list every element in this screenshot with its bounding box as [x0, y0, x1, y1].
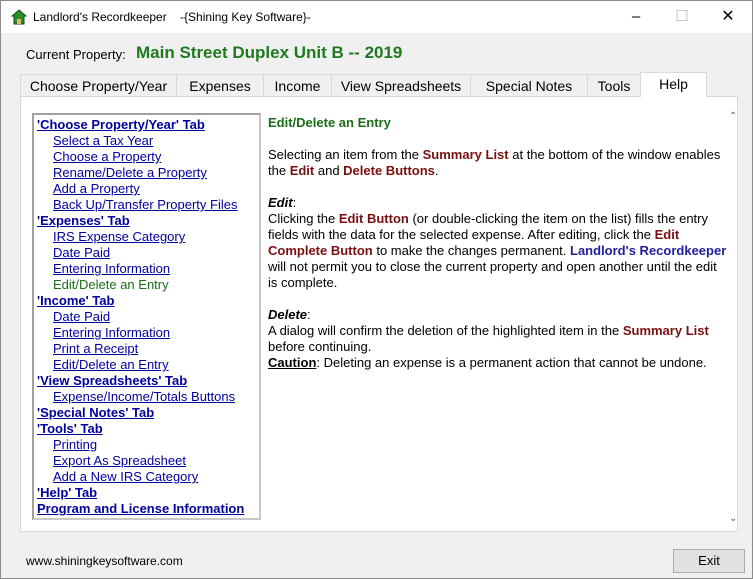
kw-summary-list-2: Summary List — [622, 323, 709, 338]
edit-text-4: will not permit you to close the current… — [268, 259, 717, 290]
help-topic-title: Edit/Delete an Entry — [268, 115, 391, 130]
kw-summary-list: Summary List — [422, 147, 509, 162]
tab-choose-property-year[interactable]: Choose Property/Year — [20, 74, 177, 96]
toc-program-license[interactable]: Program and License Information — [37, 501, 244, 516]
toc-rename-delete-property[interactable]: Rename/Delete a Property — [53, 165, 207, 180]
kw-landlords-recordkeeper: Landlord's Recordkeeper — [570, 243, 727, 258]
toc-help-tab[interactable]: 'Help' Tab — [37, 485, 97, 500]
toc-export-spreadsheet[interactable]: Export As Spreadsheet — [53, 453, 186, 468]
chevron-up-icon[interactable]: ⌃ — [729, 111, 737, 122]
toc-add-irs-category[interactable]: Add a New IRS Category — [53, 469, 198, 484]
toc-tools-tab[interactable]: 'Tools' Tab — [37, 421, 103, 436]
delete-heading-line: Delete: — [268, 307, 728, 323]
toc-choose-property[interactable]: Choose a Property — [53, 149, 161, 164]
window-title: Landlord's Recordkeeper -{Shining Key So… — [33, 10, 311, 24]
edit-heading: Edit — [268, 195, 293, 210]
title-bar[interactable]: Landlord's Recordkeeper -{Shining Key So… — [1, 1, 752, 33]
edit-text-3: to make the changes permanent. — [372, 243, 571, 258]
delete-text-2: before continuing. — [268, 339, 372, 354]
website-url: www.shiningkeysoftware.com — [26, 554, 183, 568]
edit-text-1: Clicking the — [268, 211, 339, 226]
toc-irs-expense-category[interactable]: IRS Expense Category — [53, 229, 185, 244]
delete-text-1: A dialog will confirm the deletion of th… — [268, 323, 623, 338]
delete-colon: : — [307, 307, 311, 322]
tab-special-notes[interactable]: Special Notes — [470, 74, 588, 96]
intro-text-4: . — [434, 163, 439, 178]
caution-label: Caution — [268, 355, 317, 370]
kw-edit: Edit — [289, 163, 315, 178]
edit-heading-line: Edit: — [268, 195, 728, 211]
toc-income-date-paid[interactable]: Date Paid — [53, 309, 110, 324]
toc-printing[interactable]: Printing — [53, 437, 97, 452]
toc-expenses-entering-information[interactable]: Entering Information — [53, 261, 170, 276]
toc-income-edit-delete[interactable]: Edit/Delete an Entry — [53, 357, 169, 372]
minimize-button[interactable]: – — [613, 1, 659, 33]
intro-text-1: Selecting an item from the — [268, 147, 423, 162]
intro-text-3: and — [314, 163, 344, 178]
delete-paragraph: A dialog will confirm the deletion of th… — [268, 323, 728, 355]
toc-special-notes-tab[interactable]: 'Special Notes' Tab — [37, 405, 154, 420]
edit-colon: : — [292, 195, 297, 210]
toc-income-entering-information[interactable]: Entering Information — [53, 325, 170, 340]
tab-expenses[interactable]: Expenses — [176, 74, 264, 96]
house-icon — [11, 9, 27, 25]
tab-view-spreadsheets[interactable]: View Spreadsheets — [331, 74, 471, 96]
toc-add-property[interactable]: Add a Property — [53, 181, 140, 196]
toc-expenses-date-paid[interactable]: Date Paid — [53, 245, 110, 260]
maximize-button[interactable]: ☐ — [659, 1, 705, 33]
toc-expenses-tab[interactable]: 'Expenses' Tab — [37, 213, 130, 228]
toc-print-receipt[interactable]: Print a Receipt — [53, 341, 138, 356]
toc-back-up-transfer[interactable]: Back Up/Transfer Property Files — [53, 197, 237, 212]
toc-income-tab[interactable]: 'Income' Tab — [37, 293, 114, 308]
close-button[interactable]: ✕ — [705, 1, 751, 33]
toc-view-spreadsheets-tab[interactable]: 'View Spreadsheets' Tab — [37, 373, 187, 388]
help-content: Edit/Delete an Entry Selecting an item f… — [268, 115, 728, 371]
help-topics-list: 'Choose Property/Year' Tab Select a Tax … — [32, 113, 261, 520]
toc-select-tax-year[interactable]: Select a Tax Year — [53, 133, 153, 148]
app-window: Landlord's Recordkeeper -{Shining Key So… — [0, 0, 753, 579]
tab-tools[interactable]: Tools — [587, 74, 641, 96]
chevron-down-icon[interactable]: ⌄ — [729, 513, 737, 524]
delete-heading: Delete — [268, 307, 308, 322]
caution-paragraph: Caution: Deleting an expense is a perman… — [268, 355, 728, 371]
current-property-label: Current Property: — [26, 47, 126, 62]
caution-text: : Deleting an expense is a permanent act… — [316, 355, 707, 370]
tab-income[interactable]: Income — [263, 74, 332, 96]
edit-paragraph: Clicking the Edit Button (or double-clic… — [268, 211, 728, 291]
tab-help[interactable]: Help — [640, 72, 707, 97]
toc-totals-buttons[interactable]: Expense/Income/Totals Buttons — [53, 389, 235, 404]
kw-delete-buttons: Delete Buttons — [343, 163, 435, 178]
intro-paragraph: Selecting an item from the Summary List … — [268, 147, 728, 179]
current-property-value: Main Street Duplex Unit B -- 2019 — [136, 43, 403, 62]
toc-expenses-edit-delete-current[interactable]: Edit/Delete an Entry — [53, 277, 169, 292]
exit-button[interactable]: Exit — [673, 549, 745, 573]
kw-edit-button: Edit Button — [338, 211, 409, 226]
toc-choose-property-year-tab[interactable]: 'Choose Property/Year' Tab — [37, 117, 205, 132]
